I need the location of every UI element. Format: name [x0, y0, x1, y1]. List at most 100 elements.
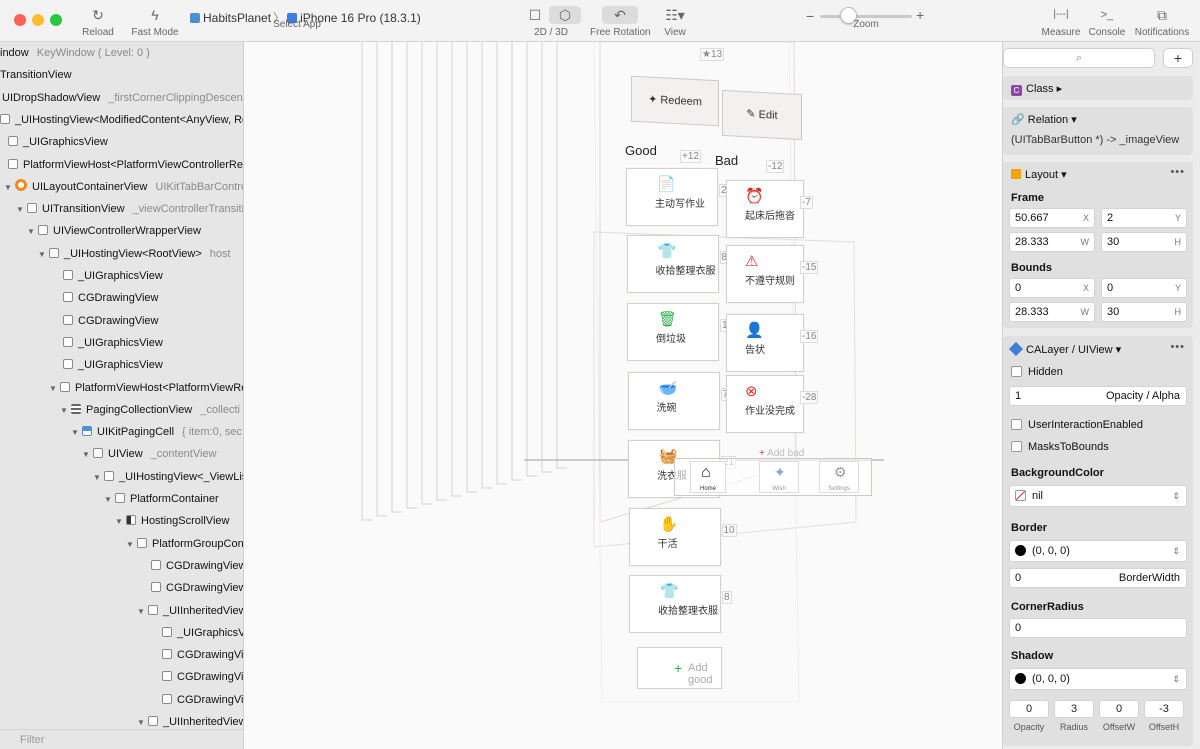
disclosure-triangle-icon[interactable]: ▼: [49, 378, 60, 400]
add-good-button[interactable]: + Add good: [637, 647, 722, 689]
hierarchy-row[interactable]: ▼ UIViewControllerWrapperView: [0, 220, 201, 242]
edit-button[interactable]: ✎ Edit: [722, 89, 802, 141]
bounds-h-field[interactable]: 30 H: [1101, 302, 1187, 322]
view-menu-button[interactable]: ☷▾ View: [658, 6, 692, 38]
shadow-value-field[interactable]: 0: [1009, 700, 1049, 718]
hierarchy-row[interactable]: ▼ PlatformContainer: [0, 488, 219, 510]
class-section[interactable]: C Class ▸: [1003, 76, 1193, 100]
shadow-value-field[interactable]: 0: [1099, 700, 1139, 718]
hierarchy-row[interactable]: CGDrawingView: [0, 287, 159, 309]
disclosure-triangle-icon[interactable]: ▼: [71, 422, 82, 444]
disclosure-triangle-icon[interactable]: ▼: [27, 221, 38, 243]
hierarchy-row[interactable]: CGDrawingVie: [0, 666, 243, 688]
add-button[interactable]: +: [1163, 48, 1193, 68]
hierarchy-row[interactable]: ▼ _UIInheritedView: [0, 600, 243, 622]
opacity-field[interactable]: 1 Opacity / Alpha: [1009, 386, 1187, 406]
good-habit-cell[interactable]: ✋ 干活: [628, 508, 721, 566]
corner-radius-field[interactable]: 0: [1009, 618, 1187, 638]
hierarchy-row[interactable]: _UIHostingView<ModifiedContent<AnyView, …: [0, 109, 243, 131]
hierarchy-row[interactable]: ▼ UILayoutContainerView UIKitTabBarControl: [0, 176, 243, 199]
hierarchy-row[interactable]: ▼ UITransitionView _viewControllerTransiti…: [0, 198, 243, 221]
hierarchy-row[interactable]: ▼ UIKitPagingCell { item:0, sec:: [0, 421, 243, 444]
reload-button[interactable]: ↻ Reload: [82, 6, 114, 38]
hierarchy-row[interactable]: ▼ _UIHostingView<RootView> host: [0, 243, 231, 265]
good-habit-cell[interactable]: 🥣 洗碗: [627, 372, 720, 430]
disclosure-triangle-icon[interactable]: ▼: [16, 199, 27, 221]
hidden-checkbox[interactable]: Hidden: [1011, 366, 1063, 378]
disclosure-triangle-icon[interactable]: ▼: [104, 489, 115, 511]
disclosure-triangle-icon[interactable]: ▼: [60, 400, 71, 422]
hierarchy-row[interactable]: CGDrawingView: [0, 310, 159, 332]
3d-canvas[interactable]: ★13 ✦ Redeem ✎ Edit Good +12 Bad -12 📄 主动…: [244, 42, 1002, 749]
shadow-value-field[interactable]: -3: [1144, 700, 1184, 718]
bounds-w-field[interactable]: 28.333 W: [1009, 302, 1095, 322]
good-habit-cell[interactable]: 👕 收拾整理衣服: [626, 235, 719, 293]
filter-input[interactable]: Filter: [20, 734, 44, 746]
disclosure-triangle-icon[interactable]: ▼: [115, 511, 126, 533]
bad-habit-cell[interactable]: ⊗ 作业没完成: [726, 375, 804, 433]
masks-to-bounds-checkbox[interactable]: MasksToBounds: [1011, 441, 1109, 453]
hierarchy-row[interactable]: ▼ HostingScrollView: [0, 510, 229, 532]
hierarchy-row[interactable]: ▼ PlatformViewHost<PlatformViewRe: [0, 377, 243, 400]
tab-wish[interactable]: ✦ Wish: [759, 461, 799, 493]
hierarchy-row[interactable]: CGDrawingVie: [0, 644, 243, 666]
good-habit-cell[interactable]: 🗑 倒垃圾: [627, 303, 719, 361]
good-habit-cell[interactable]: 📄 主动写作业: [626, 168, 718, 226]
disclosure-triangle-icon[interactable]: ▼: [126, 534, 137, 556]
disclosure-triangle-icon[interactable]: ▼: [82, 444, 93, 466]
good-habit-cell[interactable]: 👕 收拾整理衣服: [629, 575, 721, 633]
hierarchy-row[interactable]: TransitionView: [0, 64, 72, 86]
bg-color-picker[interactable]: nil ⇕: [1009, 485, 1187, 507]
hierarchy-row[interactable]: _UIGraphicsV: [0, 622, 243, 644]
hierarchy-row[interactable]: ▼ PlatformGroupCon: [0, 533, 243, 556]
hierarchy-row[interactable]: PlatformViewHost<PlatformViewControllerR…: [0, 154, 243, 176]
frame-x-field[interactable]: 50.667 X: [1009, 208, 1095, 228]
hierarchy-row[interactable]: _UIGraphicsView: [0, 332, 163, 354]
inspector-search[interactable]: ⌕: [1003, 48, 1155, 68]
hierarchy-row[interactable]: ▼ PagingCollectionView _collecti: [0, 399, 240, 421]
hierarchy-row[interactable]: CGDrawingView: [0, 577, 243, 599]
2d-square-icon[interactable]: ☐: [521, 6, 549, 24]
shadow-value-field[interactable]: 3: [1054, 700, 1094, 718]
border-width-field[interactable]: 0 BorderWidth: [1009, 568, 1187, 588]
zoom-out-icon[interactable]: −: [806, 8, 814, 24]
frame-h-field[interactable]: 30 H: [1101, 232, 1187, 252]
measure-button[interactable]: |---| Measure: [1040, 6, 1082, 38]
hierarchy-row[interactable]: indow KeyWindow ( Level: 0 ): [0, 42, 150, 64]
view-mode-segment[interactable]: ☐ ⬡ 2D / 3D: [516, 6, 586, 38]
more-icon[interactable]: •••: [1170, 166, 1185, 178]
disclosure-triangle-icon[interactable]: ▼: [4, 177, 15, 199]
tab-home[interactable]: ⌂ Home: [690, 461, 726, 493]
bounds-x-field[interactable]: 0X: [1009, 278, 1095, 298]
bad-habit-cell[interactable]: 👤 告状: [726, 314, 804, 372]
hierarchy-row[interactable]: _UIGraphicsView: [0, 131, 108, 153]
hierarchy-row[interactable]: CGDrawingView: [0, 555, 243, 577]
redeem-button[interactable]: ✦ Redeem: [631, 75, 719, 127]
disclosure-triangle-icon[interactable]: ▼: [93, 467, 104, 489]
more-icon[interactable]: •••: [1170, 341, 1185, 353]
close-window-button[interactable]: [14, 14, 26, 26]
filter-bar[interactable]: Filter: [0, 729, 243, 749]
hierarchy-row[interactable]: _UIGraphicsView: [0, 354, 163, 376]
hierarchy-row[interactable]: _UIGraphicsView: [0, 265, 163, 287]
bad-habit-cell[interactable]: ⏰ 起床后拖沓: [726, 180, 804, 238]
zoom-in-icon[interactable]: +: [916, 7, 924, 23]
fast-mode-button[interactable]: ϟ Fast Mode: [130, 6, 180, 38]
hierarchy-row[interactable]: ▼ UIView _contentView: [0, 443, 217, 465]
bounds-y-field[interactable]: 0Y: [1101, 278, 1187, 298]
notifications-button[interactable]: ⧉ Notifications: [1132, 6, 1192, 38]
3d-cube-icon[interactable]: ⬡: [549, 6, 581, 24]
frame-w-field[interactable]: 28.333 W: [1009, 232, 1095, 252]
border-color-picker[interactable]: (0, 0, 0) ⇕: [1009, 540, 1187, 562]
shadow-color-picker[interactable]: (0, 0, 0) ⇕: [1009, 668, 1187, 690]
console-button[interactable]: >_ Console: [1088, 6, 1126, 38]
frame-y-field[interactable]: 2Y: [1101, 208, 1187, 228]
free-rotation-button[interactable]: ↶ Free Rotation: [590, 6, 651, 38]
zoom-window-button[interactable]: [50, 14, 62, 26]
hierarchy-row[interactable]: UIDropShadowView _firstCornerClippingDesc…: [0, 87, 243, 109]
hierarchy-row[interactable]: CGDrawingVie: [0, 689, 243, 711]
tab-settings[interactable]: ⚙ Settings: [819, 461, 859, 493]
hierarchy-row[interactable]: ▼ _UIHostingView<_ViewLis: [0, 466, 243, 489]
disclosure-triangle-icon[interactable]: ▼: [38, 244, 49, 266]
bad-habit-cell[interactable]: ⚠ 不遵守规则: [726, 245, 804, 303]
